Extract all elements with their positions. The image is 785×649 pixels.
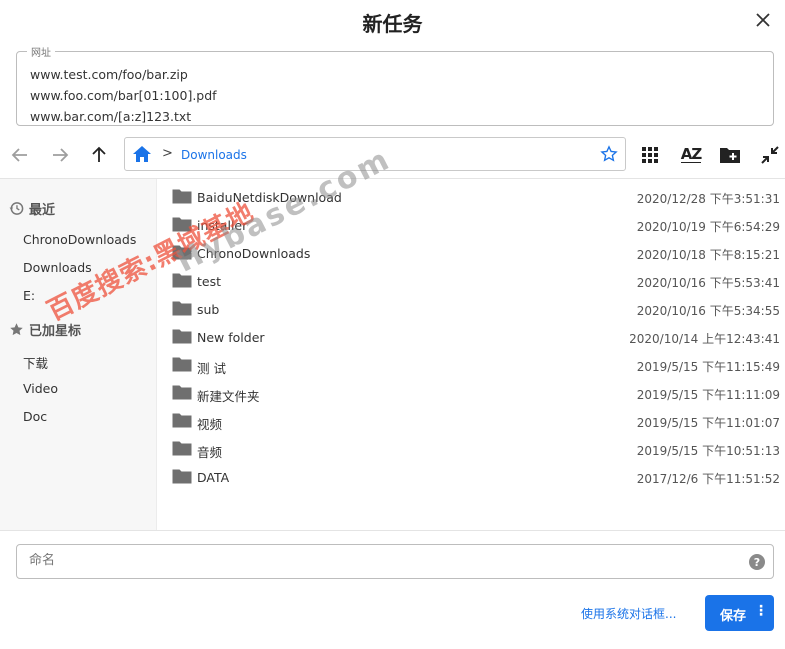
new-folder-icon	[720, 148, 740, 163]
save-button[interactable]: 保存 ⋮	[705, 595, 774, 631]
sidebar-item-xiazai[interactable]: 下载	[23, 353, 48, 372]
folder-icon	[172, 245, 192, 260]
star-icon	[10, 323, 23, 336]
file-row[interactable]: 音频 2019/5/15 下午10:51:13	[158, 436, 785, 464]
use-system-dialog-link[interactable]: 使用系统对话框...	[581, 605, 676, 622]
up-button[interactable]	[85, 141, 113, 169]
forward-arrow-icon	[53, 148, 69, 162]
view-mode-button[interactable]	[636, 141, 664, 169]
file-row[interactable]: sub 2020/10/16 下午5:34:55	[158, 296, 785, 324]
folder-icon	[172, 357, 192, 372]
chevron-right-icon: >	[162, 146, 173, 161]
url-line: www.test.com/foo/bar.zip	[30, 67, 188, 82]
up-arrow-icon	[92, 146, 106, 162]
folder-icon	[172, 217, 192, 232]
file-row[interactable]: 新建文件夹 2019/5/15 下午11:11:09	[158, 380, 785, 408]
home-icon[interactable]	[131, 144, 153, 164]
file-name: 视频	[197, 417, 223, 432]
breadcrumb-downloads[interactable]: Downloads	[181, 148, 247, 162]
file-modified-date: 2020/10/14 上午12:43:41	[629, 332, 780, 346]
file-modified-date: 2019/5/15 下午10:51:13	[636, 444, 780, 458]
recent-label: 最近	[29, 203, 56, 218]
file-name: test	[197, 274, 222, 289]
path-bar[interactable]: > Downloads	[124, 137, 626, 171]
more-options-icon[interactable]: ⋮	[754, 603, 768, 619]
url-label: 网址	[27, 44, 55, 59]
folder-icon	[172, 413, 192, 428]
sidebar-item-e-drive[interactable]: E:	[23, 288, 35, 303]
file-modified-date: 2019/5/15 下午11:01:07	[636, 416, 780, 430]
sidebar: 最近 ChronoDownloads Downloads E: 已加星标 下载 …	[0, 179, 157, 530]
file-row[interactable]: installer 2020/10/19 下午6:54:29	[158, 212, 785, 240]
close-button[interactable]	[749, 6, 777, 34]
forward-button[interactable]	[46, 141, 74, 169]
file-name: sub	[197, 302, 220, 317]
history-icon	[9, 202, 24, 215]
folder-icon	[172, 441, 192, 456]
star-outline-icon[interactable]	[600, 145, 618, 163]
file-modified-date: 2019/5/15 下午11:11:09	[636, 388, 780, 402]
starred-section-header: 已加星标	[9, 320, 81, 339]
file-row[interactable]: BaiduNetdiskDownload 2020/12/28 下午3:51:31	[158, 184, 785, 212]
file-name: New folder	[197, 330, 265, 345]
folder-icon	[172, 301, 192, 316]
sidebar-item-doc[interactable]: Doc	[23, 409, 47, 424]
file-name: BaiduNetdiskDownload	[197, 190, 342, 205]
toolbar: > Downloads AZ	[0, 137, 785, 172]
folder-icon	[172, 469, 192, 484]
file-modified-date: 2020/10/19 下午6:54:29	[636, 220, 780, 234]
file-row[interactable]: ChronoDownloads 2020/10/18 下午8:15:21	[158, 240, 785, 268]
file-name: 测 试	[197, 361, 226, 376]
file-row[interactable]: New folder 2020/10/14 上午12:43:41	[158, 324, 785, 352]
folder-icon	[172, 273, 192, 288]
sort-az-icon: AZ	[680, 145, 702, 163]
file-name: ChronoDownloads	[197, 246, 311, 261]
collapse-button[interactable]	[756, 141, 784, 169]
dialog-title: 新任务	[362, 12, 423, 36]
file-modified-date: 2019/5/15 下午11:15:49	[636, 360, 780, 374]
file-list: BaiduNetdiskDownload 2020/12/28 下午3:51:31…	[158, 179, 785, 530]
help-icon[interactable]: ?	[749, 554, 765, 570]
url-line: www.foo.com/bar[01:100].pdf	[30, 88, 217, 103]
file-row[interactable]: 测 试 2019/5/15 下午11:15:49	[158, 352, 785, 380]
url-lines: www.test.com/foo/bar.zip www.foo.com/bar…	[30, 64, 217, 127]
file-row[interactable]: DATA 2017/12/6 下午11:51:52	[158, 464, 785, 492]
file-name: installer	[197, 218, 248, 233]
file-modified-date: 2020/10/16 下午5:53:41	[636, 276, 780, 290]
divider	[0, 530, 785, 531]
collapse-icon	[761, 146, 779, 164]
sidebar-item-downloads[interactable]: Downloads	[23, 260, 92, 275]
file-modified-date: 2020/10/16 下午5:34:55	[636, 304, 780, 318]
file-name: DATA	[197, 470, 230, 485]
starred-label: 已加星标	[29, 324, 82, 339]
back-button[interactable]	[6, 141, 34, 169]
file-modified-date: 2017/12/6 下午11:51:52	[636, 472, 780, 486]
file-modified-date: 2020/10/18 下午8:15:21	[636, 248, 780, 262]
folder-icon	[172, 189, 192, 204]
filename-input[interactable]	[29, 553, 729, 568]
sort-button[interactable]: AZ	[676, 141, 706, 169]
folder-icon	[172, 385, 192, 400]
file-row[interactable]: test 2020/10/16 下午5:53:41	[158, 268, 785, 296]
close-icon	[756, 13, 770, 27]
filename-field: ?	[16, 544, 774, 579]
grid-view-icon	[642, 147, 658, 163]
folder-icon	[172, 329, 192, 344]
new-task-dialog: 新任务 网址 www.test.com/foo/bar.zip www.foo.…	[0, 0, 785, 649]
new-folder-button[interactable]	[716, 141, 744, 169]
save-label: 保存	[720, 609, 747, 624]
sidebar-item-video[interactable]: Video	[23, 381, 58, 396]
url-textarea[interactable]: 网址 www.test.com/foo/bar.zip www.foo.com/…	[16, 44, 774, 127]
url-line: www.bar.com/[a:z]123.txt	[30, 109, 192, 124]
back-arrow-icon	[11, 148, 27, 162]
file-modified-date: 2020/12/28 下午3:51:31	[636, 192, 780, 206]
sidebar-item-chronodownloads[interactable]: ChronoDownloads	[23, 232, 136, 247]
file-row[interactable]: 视频 2019/5/15 下午11:01:07	[158, 408, 785, 436]
recent-section-header: 最近	[9, 199, 55, 218]
file-name: 音频	[197, 445, 223, 460]
file-name: 新建文件夹	[197, 389, 260, 404]
